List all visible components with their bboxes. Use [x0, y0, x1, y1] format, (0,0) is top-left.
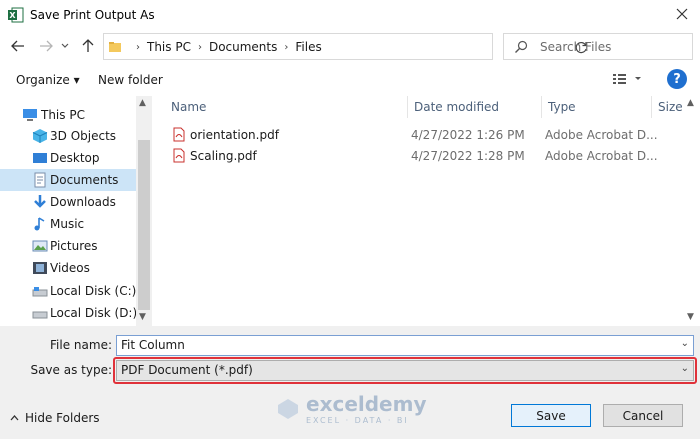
nav-item-pictures[interactable]: Pictures: [0, 235, 136, 257]
up-button[interactable]: [78, 36, 98, 56]
arrow-up-icon: [82, 39, 94, 52]
scroll-down-icon[interactable]: ▼: [687, 312, 694, 322]
close-button[interactable]: [672, 4, 692, 24]
column-header-name[interactable]: Name: [165, 96, 407, 118]
file-type: Adobe Acrobat D...: [545, 128, 658, 142]
chevron-right-icon: ›: [197, 41, 202, 53]
file-name: orientation.pdf: [190, 128, 279, 142]
save-button[interactable]: Save: [511, 404, 591, 427]
nav-item-this-pc[interactable]: This PC: [0, 104, 136, 126]
scrollbar-thumb[interactable]: [138, 140, 150, 310]
highlight-box: [113, 357, 697, 384]
nav-item-desktop[interactable]: Desktop: [0, 147, 136, 169]
computer-icon: [23, 109, 37, 121]
search-placeholder: Search Files: [540, 40, 612, 54]
nav-item-local-disk-c[interactable]: Local Disk (C:): [0, 280, 136, 302]
nav-item-music[interactable]: Music: [0, 213, 136, 235]
command-bar: Organize ▾ New folder ?: [0, 66, 700, 94]
exceldemy-logo-icon: [278, 398, 298, 419]
file-name-input[interactable]: Fit Column ⌄: [116, 335, 694, 356]
nav-item-3d-objects[interactable]: 3D Objects: [0, 125, 136, 147]
folder-icon: [109, 42, 121, 52]
scroll-up-icon[interactable]: ▲: [139, 98, 146, 108]
disk-icon: [32, 311, 48, 319]
save-options-panel: File name: Fit Column ⌄ Save as type: PD…: [0, 326, 700, 439]
close-icon: [676, 8, 688, 20]
desktop-icon: [33, 153, 47, 163]
forward-button[interactable]: [36, 36, 56, 56]
pdf-icon: [173, 127, 185, 142]
file-row[interactable]: Scaling.pdf 4/27/2022 1:28 PM Adobe Acro…: [169, 146, 700, 166]
save-type-label: Save as type:: [30, 363, 112, 377]
breadcrumb-this-pc[interactable]: This PC: [147, 40, 191, 54]
pictures-icon: [32, 240, 48, 252]
chevron-down-icon[interactable]: ⌄: [681, 338, 689, 349]
file-date: 4/27/2022 1:28 PM: [411, 149, 525, 163]
excel-icon: X: [8, 7, 24, 23]
help-button[interactable]: ?: [667, 69, 687, 89]
disk-icon: [32, 287, 48, 297]
nav-item-downloads[interactable]: Downloads: [0, 191, 136, 213]
column-header-type[interactable]: Type: [541, 96, 651, 118]
watermark-tagline: EXCEL · DATA · BI: [306, 416, 409, 425]
address-bar[interactable]: › This PC › Documents › Files: [103, 33, 587, 60]
svg-text:X: X: [9, 11, 16, 20]
details-view-icon: [613, 74, 641, 84]
search-box[interactable]: Search Files: [503, 33, 693, 60]
column-header-date[interactable]: Date modified: [407, 96, 541, 118]
new-folder-button[interactable]: New folder: [98, 73, 163, 87]
nav-item-videos[interactable]: Videos: [0, 257, 136, 279]
arrow-right-icon: [40, 40, 53, 52]
file-type: Adobe Acrobat D...: [545, 149, 658, 163]
file-date: 4/27/2022 1:26 PM: [411, 128, 525, 142]
file-list-scrollbar[interactable]: ▲ ▼: [684, 96, 700, 326]
file-list: ^ Name Date modified Type Size orientati…: [155, 96, 700, 326]
chevron-right-icon: ›: [284, 41, 289, 53]
music-icon: [34, 217, 45, 231]
navigation-bar: › This PC › Documents › Files Search Fil…: [0, 30, 700, 64]
recent-locations-button[interactable]: [58, 36, 72, 56]
download-icon: [34, 195, 46, 208]
breadcrumb: › This PC › Documents › Files: [136, 40, 322, 54]
back-button[interactable]: [8, 36, 28, 56]
cancel-button[interactable]: Cancel: [603, 404, 683, 427]
watermark-name: exceldemy: [306, 392, 427, 416]
file-name-value: Fit Column: [121, 338, 185, 352]
arrow-left-icon: [11, 40, 24, 52]
navigation-scrollbar[interactable]: ▲ ▼: [136, 96, 152, 326]
cube-icon: [32, 129, 48, 143]
chevron-up-icon: [10, 415, 19, 421]
scroll-up-icon[interactable]: ▲: [687, 98, 694, 108]
chevron-down-icon: [61, 43, 69, 48]
search-icon: [515, 40, 528, 53]
watermark: exceldemy EXCEL · DATA · BI: [276, 392, 427, 425]
file-name: Scaling.pdf: [190, 149, 257, 163]
organize-button[interactable]: Organize ▾: [16, 73, 80, 87]
file-row[interactable]: orientation.pdf 4/27/2022 1:26 PM Adobe …: [169, 125, 700, 145]
nav-item-documents[interactable]: Documents: [0, 169, 136, 191]
scroll-down-icon[interactable]: ▼: [139, 312, 146, 322]
change-view-button[interactable]: [612, 72, 644, 89]
title-bar: X Save Print Output As: [0, 0, 700, 30]
window-title: Save Print Output As: [30, 8, 155, 22]
hide-folders-button[interactable]: Hide Folders: [10, 411, 100, 425]
navigation-pane: This PC 3D Objects Desktop Documents Dow…: [0, 96, 150, 326]
chevron-right-icon: ›: [136, 41, 140, 53]
file-name-label: File name:: [50, 338, 112, 352]
videos-icon: [33, 262, 47, 274]
documents-icon: [34, 172, 46, 188]
nav-item-local-disk-d[interactable]: Local Disk (D:): [0, 302, 137, 324]
breadcrumb-documents[interactable]: Documents: [209, 40, 277, 54]
pdf-icon: [173, 148, 185, 163]
hide-folders-label: Hide Folders: [25, 411, 100, 425]
breadcrumb-files[interactable]: Files: [295, 40, 321, 54]
